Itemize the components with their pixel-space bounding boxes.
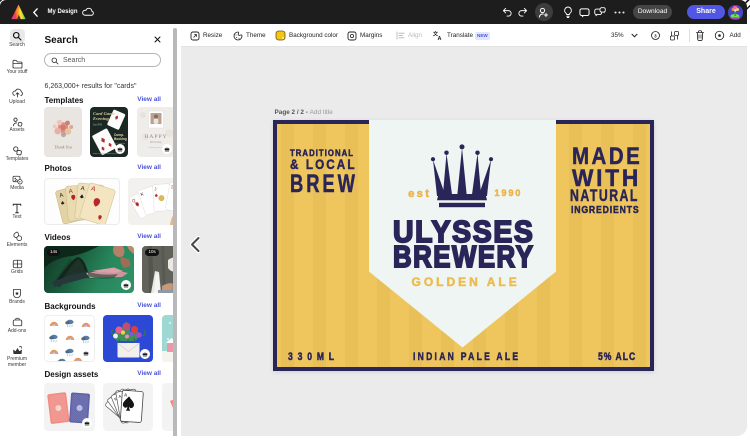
svg-text:Birthday: Birthday [150,140,162,144]
svg-text:A: A [69,188,74,194]
svg-text:3: 3 [654,33,657,38]
svg-text:Thank You: Thank You [54,145,72,150]
svg-text:Sat 8PM: Sat 8PM [93,124,102,127]
svg-text:Booking: Booking [114,137,127,141]
svg-text:A: A [80,186,85,192]
svg-text:A: A [438,36,442,41]
svg-text:A: A [124,392,127,397]
svg-text:Evening: Evening [92,116,110,121]
svg-text:J: J [155,186,158,191]
